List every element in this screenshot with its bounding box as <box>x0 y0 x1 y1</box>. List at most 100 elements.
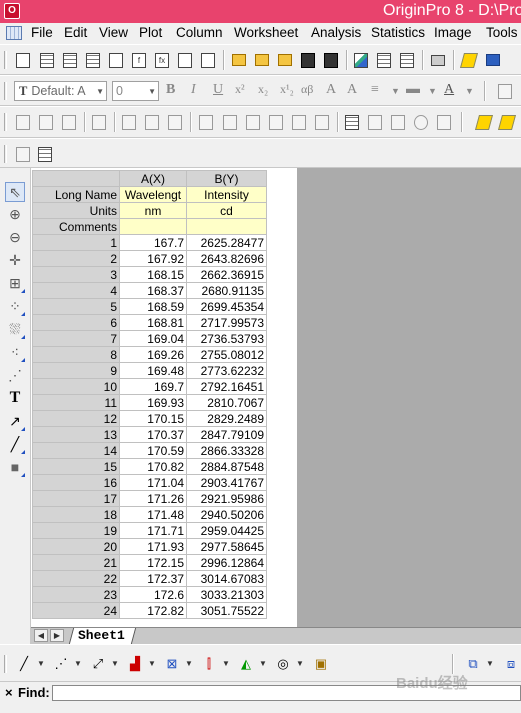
cell-wavelength[interactable]: 171.26 <box>119 490 187 507</box>
menu-tools[interactable]: Tools <box>486 25 518 40</box>
open-excel-button[interactable] <box>276 51 294 69</box>
highlight-button[interactable] <box>497 113 517 131</box>
toolbar-grip[interactable] <box>4 113 7 131</box>
menu-file[interactable]: File <box>31 25 53 40</box>
long-name-cell-a[interactable]: Wavelengt <box>119 186 187 203</box>
select-all-corner[interactable] <box>32 170 120 187</box>
cell-wavelength[interactable]: 167.7 <box>119 234 187 251</box>
cell-wavelength[interactable]: 171.04 <box>119 474 187 491</box>
add-layer-button[interactable] <box>120 113 138 131</box>
data-selector-tool[interactable]: ⊞ <box>5 273 25 293</box>
menu-edit[interactable]: Edit <box>64 25 87 40</box>
axis-left-button[interactable] <box>221 113 239 131</box>
cell-intensity[interactable]: 2921.95986 <box>186 490 267 507</box>
underline-button[interactable]: U <box>213 82 223 98</box>
cell-wavelength[interactable]: 169.93 <box>119 394 187 411</box>
new-notes-button[interactable] <box>176 51 194 69</box>
chevron-down-icon[interactable]: ▼ <box>296 659 304 668</box>
row-number[interactable]: 23 <box>32 586 120 603</box>
decrease-font-button[interactable]: A <box>347 82 357 98</box>
cell-wavelength[interactable]: 168.37 <box>119 282 187 299</box>
row-number[interactable]: 17 <box>32 490 120 507</box>
new-graph-button[interactable] <box>84 51 102 69</box>
label-row-long-name[interactable]: Long Name <box>32 186 120 203</box>
add-rows-button[interactable] <box>36 145 54 163</box>
menu-plot[interactable]: Plot <box>139 25 162 40</box>
cell-intensity[interactable]: 2755.08012 <box>186 346 267 363</box>
cell-intensity[interactable]: 3014.67083 <box>186 570 267 587</box>
worksheet-data-button[interactable] <box>343 113 361 131</box>
menu-statistics[interactable]: Statistics <box>371 25 425 40</box>
regional-tool[interactable]: ⋰ <box>5 365 25 385</box>
surface-plot-button[interactable]: ⧈ <box>501 654 521 674</box>
toolbar-grip[interactable] <box>4 145 7 163</box>
row-number[interactable]: 2 <box>32 250 120 267</box>
axis-bottom-button[interactable] <box>197 113 215 131</box>
cell-intensity[interactable]: 2736.53793 <box>186 330 267 347</box>
cell-wavelength[interactable]: 170.37 <box>119 426 187 443</box>
cell-wavelength[interactable]: 169.26 <box>119 346 187 363</box>
cell-intensity[interactable]: 2903.41767 <box>186 474 267 491</box>
timer-button[interactable] <box>412 113 430 131</box>
menu-view[interactable]: View <box>99 25 128 40</box>
cell-intensity[interactable]: 3051.75522 <box>186 602 267 619</box>
chevron-down-icon[interactable]: ▼ <box>222 659 230 668</box>
tab-scroll-right-icon[interactable]: ▶ <box>50 629 64 642</box>
new-script-button[interactable] <box>199 51 217 69</box>
menu-analysis[interactable]: Analysis <box>311 25 361 40</box>
superscript-button[interactable]: x² <box>235 82 245 97</box>
template-library-button[interactable]: ▣ <box>311 654 331 674</box>
new-worksheet-button[interactable] <box>38 51 56 69</box>
import-wizard-button[interactable] <box>398 51 416 69</box>
units-cell-a[interactable]: nm <box>119 202 187 219</box>
new-layout-button[interactable]: fx <box>153 51 171 69</box>
cell-wavelength[interactable]: 172.15 <box>119 554 187 571</box>
matrix-button[interactable] <box>435 113 453 131</box>
add-column-button[interactable] <box>14 145 32 163</box>
greek-button[interactable]: αβ <box>301 82 313 97</box>
cell-wavelength[interactable]: 169.7 <box>119 378 187 395</box>
line-tool[interactable]: ╱ <box>5 434 25 454</box>
new-project-button[interactable] <box>14 51 32 69</box>
code-builder-button[interactable] <box>459 51 479 69</box>
area-plot-button[interactable]: ◭ <box>236 654 256 674</box>
cell-intensity[interactable]: 2996.12864 <box>186 554 267 571</box>
label-row-units[interactable]: Units <box>32 202 120 219</box>
row-number[interactable]: 19 <box>32 522 120 539</box>
chevron-down-icon[interactable]: ▼ <box>148 659 156 668</box>
line-symbol-plot-button[interactable]: ⤢ <box>88 654 108 674</box>
edit-pen-button[interactable] <box>474 113 494 131</box>
origin-app-icon[interactable]: O <box>4 3 20 19</box>
mask-tool[interactable]: ⛆ <box>5 319 25 339</box>
row-number[interactable]: 13 <box>32 426 120 443</box>
text-tool[interactable]: T <box>5 388 25 408</box>
cell-intensity[interactable]: 2662.36915 <box>186 266 267 283</box>
cell-intensity[interactable]: 2643.82696 <box>186 250 267 267</box>
menu-column[interactable]: Column <box>176 25 223 40</box>
close-icon[interactable]: × <box>5 685 13 700</box>
save-project-button[interactable] <box>299 51 317 69</box>
row-number[interactable]: 6 <box>32 314 120 331</box>
arrow-tool[interactable]: ↗ <box>5 411 25 431</box>
align-button[interactable]: ≡ <box>371 82 379 98</box>
row-number[interactable]: 10 <box>32 378 120 395</box>
supsub-button[interactable]: x¹₂ <box>280 82 294 97</box>
statistics-plot-button[interactable]: ⫿ <box>199 654 219 674</box>
tab-scroll-left-icon[interactable]: ◀ <box>34 629 48 642</box>
cell-intensity[interactable]: 2717.99573 <box>186 314 267 331</box>
cell-intensity[interactable]: 2680.91135 <box>186 282 267 299</box>
screen-reader-tool[interactable]: ✛ <box>5 250 25 270</box>
column-header-a[interactable]: A(X) <box>119 170 187 187</box>
row-number[interactable]: 15 <box>32 458 120 475</box>
menu-worksheet[interactable]: Worksheet <box>234 25 298 40</box>
cell-wavelength[interactable]: 172.37 <box>119 570 187 587</box>
cell-intensity[interactable]: 2940.50206 <box>186 506 267 523</box>
cell-wavelength[interactable]: 171.48 <box>119 506 187 523</box>
chevron-down-icon[interactable]: ▼ <box>185 659 193 668</box>
cell-intensity[interactable]: 3033.21303 <box>186 586 267 603</box>
cell-wavelength[interactable]: 169.48 <box>119 362 187 379</box>
cell-intensity[interactable]: 2699.45354 <box>186 298 267 315</box>
chevron-down-icon[interactable]: ▼ <box>428 86 437 96</box>
cell-wavelength[interactable]: 168.59 <box>119 298 187 315</box>
cell-wavelength[interactable]: 170.15 <box>119 410 187 427</box>
